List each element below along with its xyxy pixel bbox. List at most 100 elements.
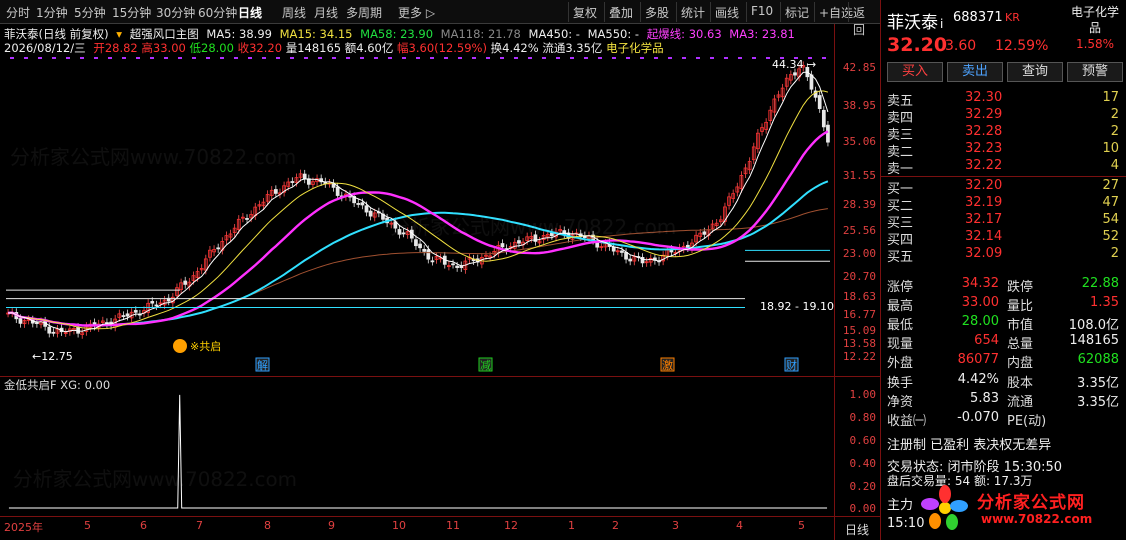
- stock-code: 688371: [953, 10, 1003, 25]
- stat-label: 收益㈠: [887, 414, 927, 429]
- candle-body: [628, 258, 633, 262]
- signal-dot: [514, 57, 518, 59]
- candle-body: [809, 74, 814, 90]
- signal-dot: [80, 57, 84, 59]
- date-tick: 11: [446, 519, 460, 532]
- price-tick: 15.09: [842, 324, 876, 337]
- watermark: 分析家公式网www.70822.com: [13, 468, 297, 491]
- info-badge-icon[interactable]: i: [940, 17, 943, 31]
- candle-body: [826, 124, 830, 143]
- signal-dot: [556, 57, 560, 59]
- price-tick: 23.00: [842, 247, 876, 260]
- stat-label: 最低: [887, 318, 914, 333]
- candle-body: [620, 250, 624, 253]
- signal-dot: [108, 57, 112, 59]
- toolbar-button-5[interactable]: F10: [746, 2, 777, 22]
- bid-row-label: 买五: [887, 250, 914, 265]
- quote-stats-2: 换手 4.42% 股本 3.35亿 净资 5.83 流通 3.35亿 收益㈠ -0.070 PE(动…: [881, 372, 1126, 429]
- period-8[interactable]: 月线: [314, 4, 338, 21]
- period-7[interactable]: 周线: [282, 4, 306, 21]
- toolbar-button-8[interactable]: 返回: [848, 2, 880, 37]
- period-2[interactable]: 5分钟: [74, 4, 106, 21]
- stat-value: -0.070: [957, 410, 999, 425]
- toolbar-button-1[interactable]: 叠加: [604, 2, 637, 22]
- period-10[interactable]: 更多 ▷: [398, 4, 435, 21]
- price-tick: 35.06: [842, 135, 876, 148]
- order-book: 卖五 32.30 17 卖四 32.29 2 卖三 32.28 2 卖二 32.23 10 卖一 32.2…: [881, 90, 1126, 265]
- bid-row-price: 32.17: [965, 212, 1003, 227]
- period-6[interactable]: 日线: [238, 4, 262, 21]
- stat-value: 28.00: [961, 314, 999, 329]
- toolbar-button-3[interactable]: 统计: [676, 2, 709, 22]
- indicator-axis: 1.00 0.80 0.60 0.40 0.20 0.00: [834, 376, 880, 516]
- period-0[interactable]: 分时: [6, 4, 30, 21]
- bid-row-volume: 52: [1102, 229, 1119, 244]
- range-label: 18.92 - 19.10: [760, 300, 834, 313]
- candle-body: [817, 95, 822, 109]
- signal-dot: [262, 57, 266, 59]
- stat-value: 148165: [1069, 333, 1119, 348]
- period-5[interactable]: 60分钟: [198, 4, 237, 21]
- sell-button[interactable]: 卖出: [947, 62, 1003, 82]
- stat-value: 34.32: [961, 276, 999, 291]
- signal-dot: [570, 57, 574, 59]
- signal-dot: [178, 57, 182, 59]
- candle-body: [640, 256, 645, 264]
- signal-dot: [220, 57, 224, 59]
- buy-button[interactable]: 买入: [887, 62, 943, 82]
- stat-label: 现量: [887, 337, 914, 352]
- period-9[interactable]: 多周期: [346, 4, 382, 21]
- indicator-tick: 0.00: [849, 502, 877, 515]
- period-3[interactable]: 15分钟: [112, 4, 151, 21]
- toolbar-button-0[interactable]: 复权: [568, 2, 601, 22]
- logo-url: www.70822.com: [981, 512, 1093, 526]
- candle-body: [150, 301, 155, 304]
- signal-dot: [388, 57, 392, 59]
- signal-dot: [682, 57, 686, 59]
- stat-label: 换手: [887, 376, 914, 391]
- date-tick: 9: [328, 519, 335, 532]
- query-button[interactable]: 查询: [1007, 62, 1063, 82]
- candle-body: [368, 210, 373, 217]
- indicator-title[interactable]: 金低共启F XG: 0.00: [4, 377, 110, 393]
- ask-row: 卖五 32.30 17: [881, 90, 1126, 109]
- bid-row: 买二 32.19 47: [881, 195, 1126, 214]
- stat-value: 4.42%: [957, 372, 999, 387]
- signal-dot: [192, 57, 196, 59]
- stat-row: 涨停 34.32 跌停 22.88: [881, 276, 1126, 295]
- signal-badge-icon[interactable]: [173, 339, 187, 353]
- period-1[interactable]: 1分钟: [36, 4, 68, 21]
- period-4[interactable]: 30分钟: [156, 4, 195, 21]
- signal-dot: [696, 57, 700, 59]
- ask-row: 卖二 32.23 10: [881, 141, 1126, 160]
- stat-label: PE(动): [1007, 414, 1047, 429]
- price-axis: 42.85 38.95 35.06 31.55 28.39 25.56 23.00 20.70…: [834, 24, 880, 376]
- date-tick: 1: [568, 519, 575, 532]
- stat-row: 最高 33.00 量比 1.35: [881, 295, 1126, 314]
- indicator-tick: 0.80: [849, 411, 877, 424]
- toolbar-button-2[interactable]: 多股: [640, 2, 673, 22]
- stat-label: 股本: [1007, 376, 1034, 391]
- sector-box[interactable]: 电子化学品 1.58%: [1067, 4, 1123, 52]
- toolbar-button-6[interactable]: 标记: [780, 2, 813, 22]
- candle-body: [125, 313, 130, 317]
- stat-label: 市值: [1007, 318, 1034, 333]
- bid-row-volume: 47: [1102, 195, 1119, 210]
- candle-body: [273, 189, 278, 194]
- ma5-line: [8, 71, 829, 333]
- alert-button[interactable]: 预警: [1067, 62, 1123, 82]
- signal-dot: [122, 57, 126, 59]
- toolbar-button-4[interactable]: 画线: [710, 2, 743, 22]
- signal-dot: [584, 57, 588, 59]
- indicator-panel[interactable]: 分析家公式网www.70822.com: [0, 376, 834, 516]
- period-tab-daily[interactable]: 日线: [834, 516, 880, 540]
- candle-body: [51, 331, 56, 334]
- signal-dot: [10, 57, 14, 59]
- ask-row: 卖一 32.22 4: [881, 158, 1126, 177]
- signal-dot: [150, 57, 154, 59]
- price-chart[interactable]: 44.34 → ←12.75 18.92 - 19.10 ※共启解 减 激 财 分析家公式网w…: [0, 24, 834, 376]
- quote-stats-1: 涨停 34.32 跌停 22.88 最高 33.00 量比 1.35 最低 28.00 市值 108.…: [881, 276, 1126, 371]
- last-price: 32.20: [887, 34, 948, 56]
- ask-row-volume: 2: [1110, 124, 1119, 139]
- ask-row-price: 32.23: [965, 141, 1003, 156]
